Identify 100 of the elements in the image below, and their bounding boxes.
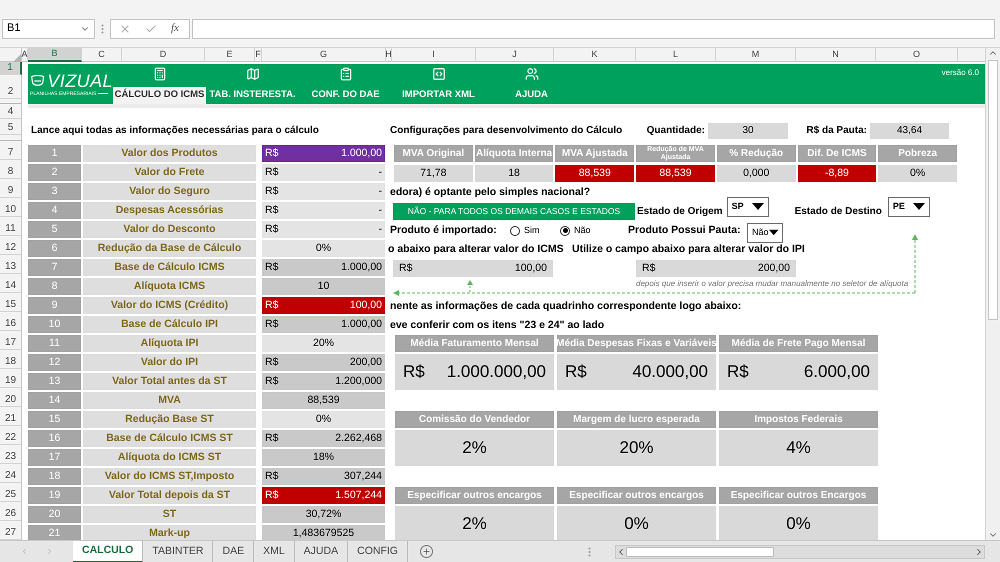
- row-header[interactable]: 2: [0, 75, 22, 100]
- sheet-tab[interactable]: XML: [254, 540, 295, 562]
- row-header[interactable]: 19: [0, 369, 22, 388]
- row-header[interactable]: 10: [0, 198, 22, 217]
- card-header: Média de Frete Pago Mensal: [719, 335, 878, 352]
- add-sheet-button[interactable]: [420, 545, 433, 558]
- column-header[interactable]: M: [716, 48, 796, 62]
- column-header[interactable]: B: [28, 48, 82, 62]
- check-icon[interactable]: [145, 22, 157, 34]
- column-header[interactable]: C: [82, 48, 122, 62]
- logo-icon: [30, 72, 46, 88]
- column-heading: Dif. De ICMS: [798, 145, 876, 162]
- card-value: R$ 6.000,00: [719, 354, 878, 390]
- row-header[interactable]: 12: [0, 236, 22, 255]
- item-number: 20: [28, 506, 81, 523]
- row-header[interactable]: 11: [0, 217, 22, 236]
- value-cell: R$ 2.262,468: [262, 430, 385, 447]
- column-header[interactable]: O: [876, 48, 958, 62]
- calculator-icon[interactable]: [152, 67, 166, 81]
- dropdown[interactable]: SP: [726, 196, 769, 216]
- row-header[interactable]: 25: [0, 483, 22, 502]
- card-value: R$ 40.000,00: [557, 354, 716, 390]
- field-label: R$ da Pauta:: [805, 124, 868, 138]
- row-header[interactable]: 9: [0, 179, 22, 198]
- column-header[interactable]: K: [554, 48, 636, 62]
- row-header[interactable]: 5: [0, 119, 22, 136]
- pauta-field[interactable]: 43,64: [870, 122, 949, 138]
- row-header[interactable]: 22: [0, 426, 22, 445]
- radio-label: Sim: [524, 224, 540, 237]
- checklist-icon[interactable]: [338, 67, 352, 81]
- card-header: Média Despesas Fixas e Variáveis: [557, 335, 716, 352]
- sheet-tab[interactable]: CONFIG: [348, 540, 408, 562]
- column-header[interactable]: H: [386, 48, 392, 62]
- item-number: 9: [28, 297, 81, 314]
- row-header[interactable]: 17: [0, 331, 22, 350]
- horizontal-scrollbar[interactable]: [615, 544, 985, 558]
- row-header[interactable]: 20: [0, 388, 22, 407]
- value-cell: R$ -: [262, 221, 385, 238]
- column-header[interactable]: J: [476, 48, 554, 62]
- row-header[interactable]: [0, 135, 22, 141]
- row-header[interactable]: 15: [0, 293, 22, 312]
- row-header[interactable]: 14: [0, 274, 22, 293]
- item-number: 13: [28, 373, 81, 390]
- sheet-tab[interactable]: TABINTER: [143, 540, 214, 562]
- caret-icon: [752, 203, 764, 210]
- logo-title: VIZUAL: [47, 72, 113, 90]
- value-cell: R$ 1.200,000: [262, 373, 385, 390]
- quantity-field[interactable]: 30: [708, 122, 788, 138]
- table-cell: 88,539: [555, 165, 634, 182]
- scroll-thumb[interactable]: [988, 60, 998, 320]
- nav-tab[interactable]: CÁLCULO DO ICMS: [113, 87, 206, 104]
- column-header[interactable]: L: [636, 48, 716, 62]
- name-box[interactable]: B1: [2, 18, 95, 38]
- item-label: Base de Cálculo ICMS ST: [83, 430, 256, 447]
- icms-field[interactable]: R$ 100,00: [393, 260, 553, 277]
- column-header[interactable]: D: [122, 48, 205, 62]
- row-header[interactable]: 1: [0, 62, 22, 76]
- scroll-thumb[interactable]: [626, 546, 774, 556]
- item-number: 12: [28, 354, 81, 371]
- item-number: 10: [28, 316, 81, 333]
- dropdown[interactable]: PE: [888, 196, 930, 216]
- sheet-tab[interactable]: DAE: [213, 540, 254, 562]
- sheet-tab[interactable]: CALCULO: [73, 540, 144, 562]
- column-header[interactable]: E: [205, 48, 255, 62]
- column-header[interactable]: I: [392, 48, 476, 62]
- card-value: 20%: [557, 430, 716, 466]
- vertical-scrollbar[interactable]: [985, 48, 1000, 540]
- item-label: Redução Base ST: [83, 411, 256, 428]
- sheet-tab[interactable]: AJUDA: [294, 540, 348, 562]
- plus-icon: [422, 547, 431, 556]
- row-header[interactable]: 24: [0, 464, 22, 483]
- grip-icon: [101, 24, 104, 34]
- insert-function-button[interactable]: fx: [171, 20, 179, 37]
- item-label: Valor Total antes da ST: [83, 373, 256, 390]
- row-header[interactable]: 4: [0, 104, 22, 120]
- ipi-field[interactable]: R$ 200,00: [636, 260, 796, 277]
- row-header[interactable]: 27: [0, 521, 22, 540]
- row-header[interactable]: 8: [0, 160, 22, 179]
- map-icon[interactable]: [246, 67, 260, 81]
- row-header[interactable]: 7: [0, 141, 22, 160]
- row-header[interactable]: 16: [0, 312, 22, 331]
- dropdown[interactable]: Não: [747, 222, 783, 242]
- column-header[interactable]: N: [796, 48, 876, 62]
- column-header[interactable]: G: [262, 48, 386, 62]
- row-header[interactable]: 18: [0, 350, 22, 369]
- row-header[interactable]: 13: [0, 255, 22, 274]
- field-label: Estado de Destino: [794, 205, 882, 219]
- item-label: Valor Total depois da ST: [83, 487, 256, 504]
- row-header[interactable]: 21: [0, 407, 22, 426]
- card-header: Comissão do Vendedor: [395, 411, 554, 428]
- row-header[interactable]: 23: [0, 445, 22, 464]
- radio-button[interactable]: [560, 226, 570, 236]
- radio-button[interactable]: [510, 226, 520, 236]
- row-header[interactable]: 26: [0, 502, 22, 521]
- cancel-icon[interactable]: [119, 22, 131, 34]
- column-header[interactable]: F: [255, 48, 262, 62]
- code-window-icon[interactable]: [432, 67, 446, 81]
- users-icon[interactable]: [524, 67, 538, 81]
- row-header[interactable]: [0, 99, 22, 104]
- formula-input[interactable]: [192, 18, 995, 38]
